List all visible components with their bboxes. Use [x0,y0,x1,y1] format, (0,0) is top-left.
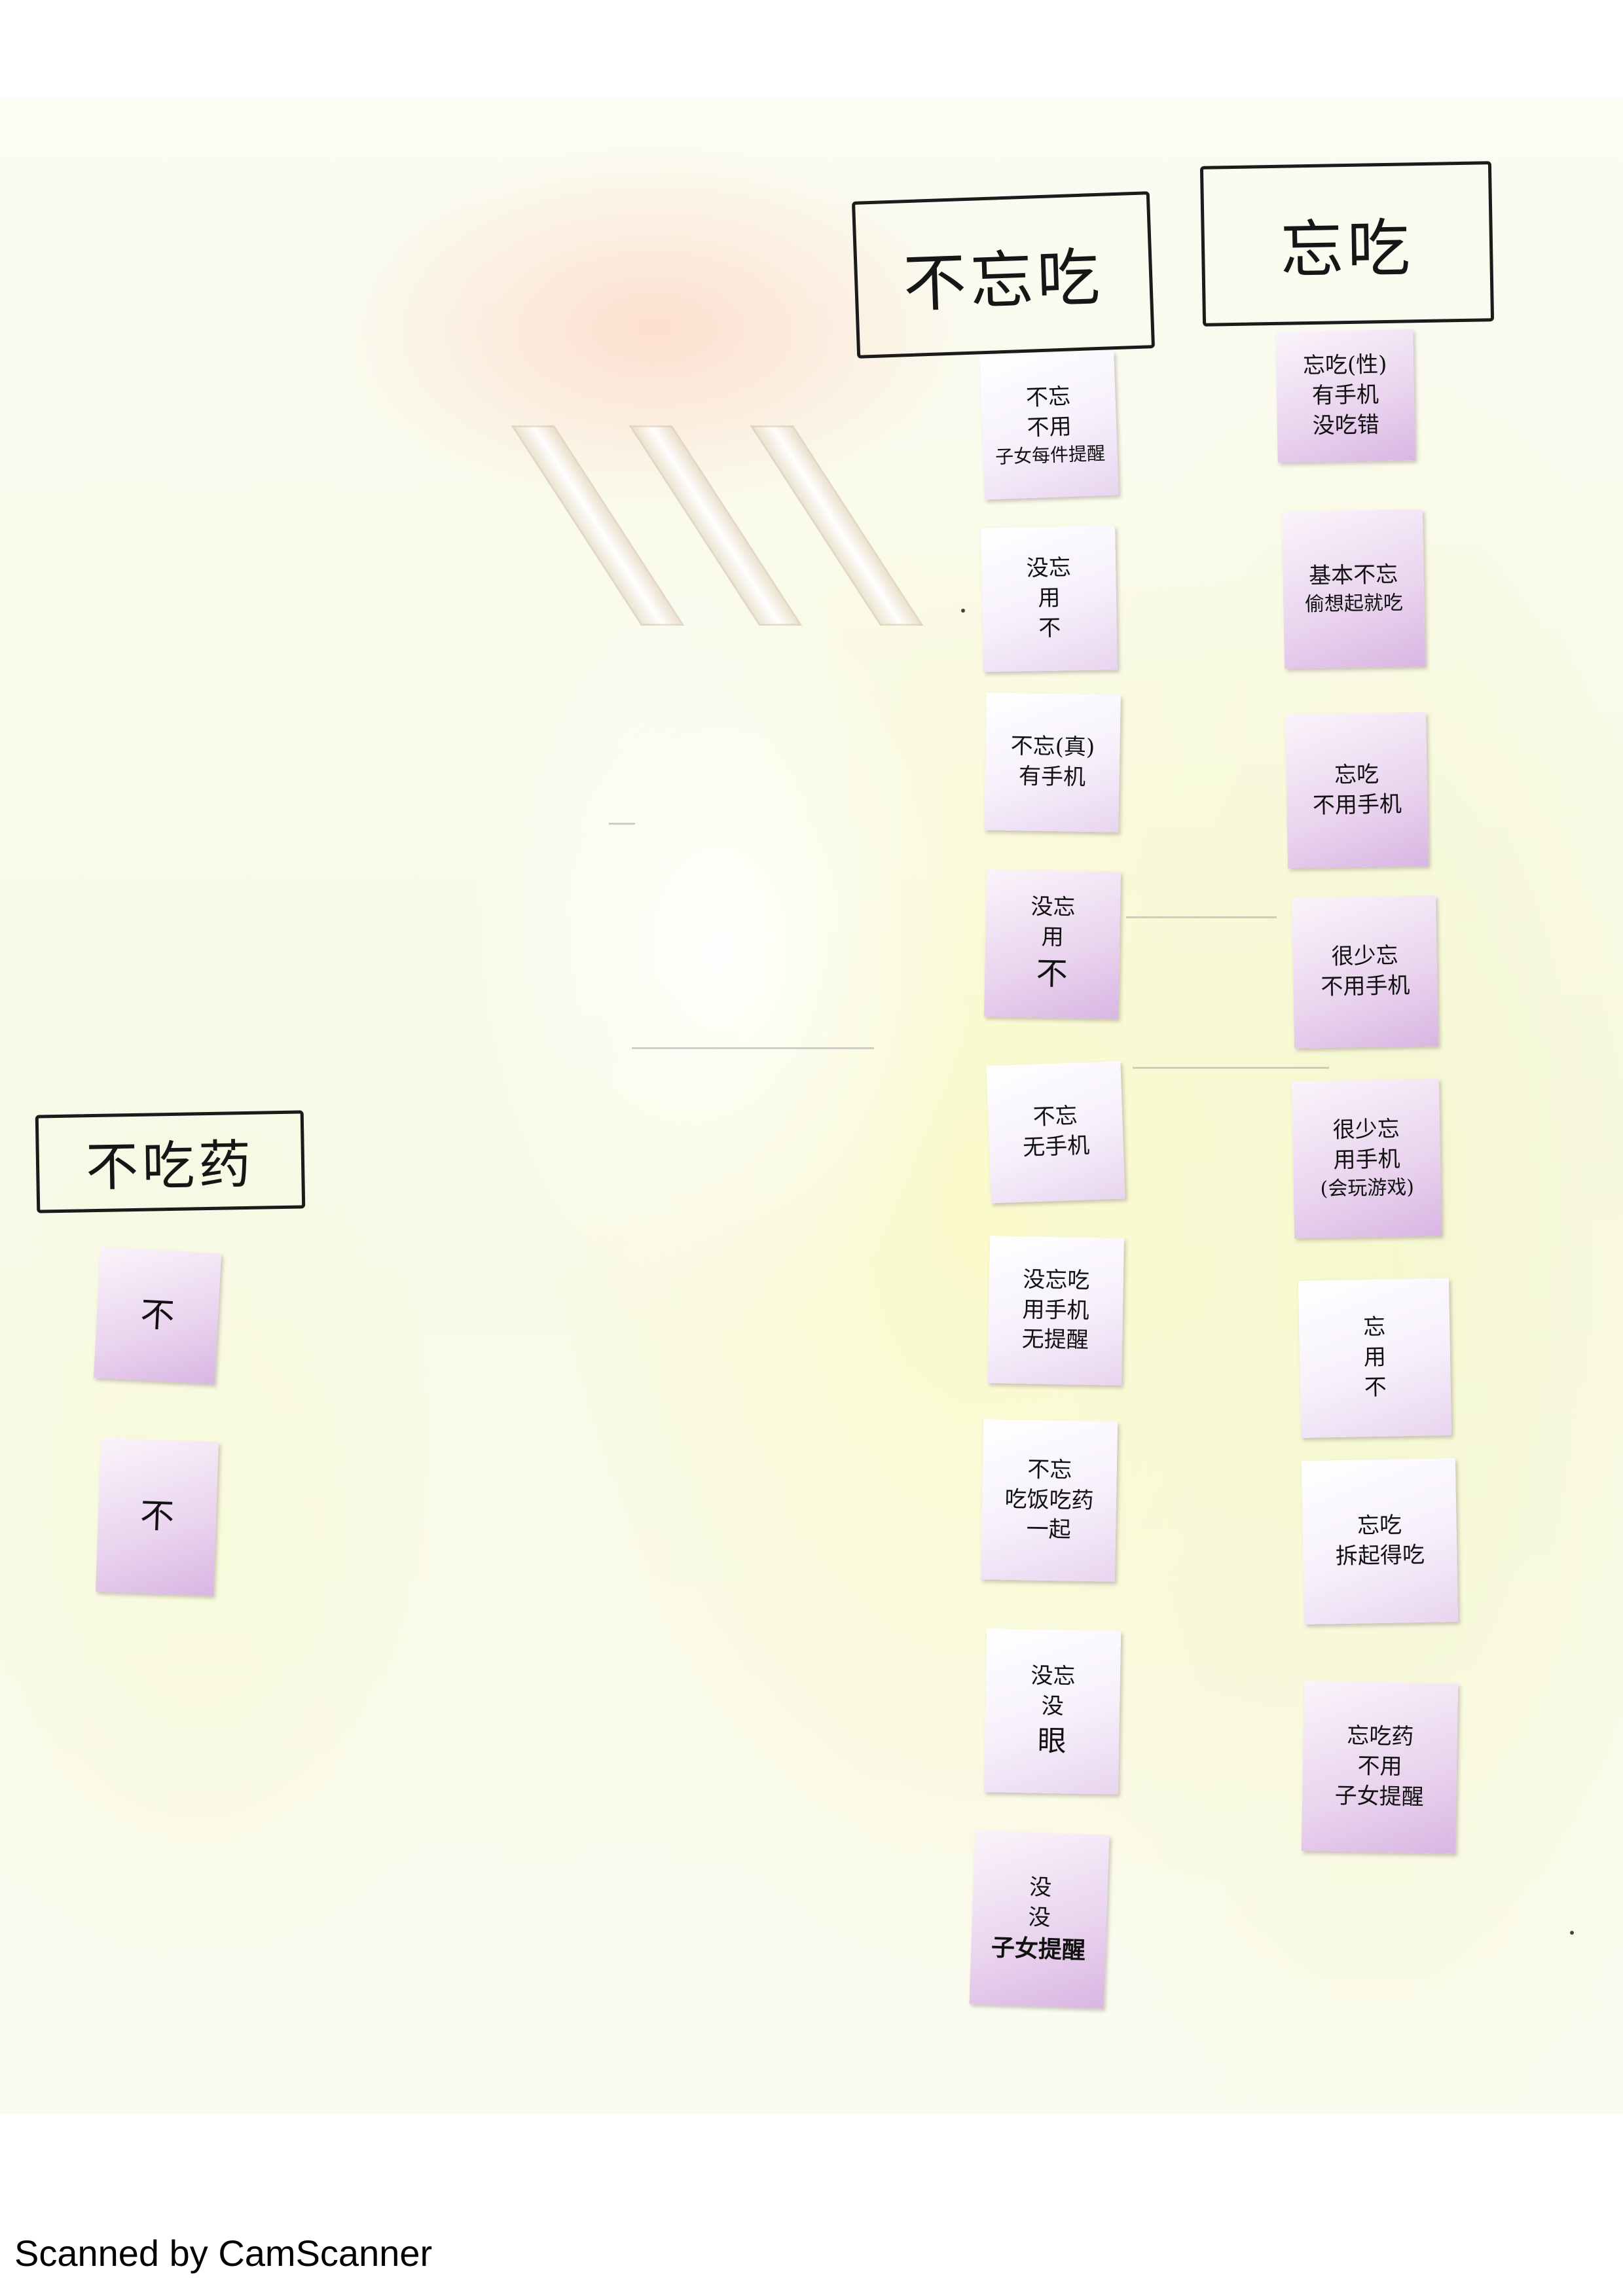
sticky-note: 没忘 用 不 [981,526,1118,672]
note-line: 忘吃 [1357,1512,1402,1539]
note-line: 不忘 [1027,1456,1072,1484]
note-line: 没 [1029,1874,1052,1901]
note-line: 用手机 [1333,1145,1400,1174]
note-line: 不忘 [1025,384,1071,412]
scanner-watermark: Scanned by CamScanner [14,2233,433,2274]
sticky-note: 不忘 吃饭吃药 一起 [980,1419,1118,1582]
reflection-line [632,1047,874,1049]
note-line: 没忘吃 [1022,1266,1090,1294]
sticky-note: 没 没 子女提醒 [969,1830,1110,2009]
note-line: 无手机 [1022,1132,1090,1161]
note-line: (会玩游戏) [1320,1175,1415,1200]
note-line: 不 [1038,615,1061,642]
note-line: 不用手机 [1312,791,1402,819]
note-line: 忘吃 [1334,761,1379,789]
note-line: 用 [1363,1344,1387,1371]
note-line: 不用 [1026,413,1072,442]
sticky-note: 很少忘 不用手机 [1292,895,1438,1049]
note-line: 很少忘 [1332,1115,1400,1143]
reflection-line [609,823,635,825]
reflection-line [1133,1067,1329,1069]
header-forget: 忘吃 [1199,161,1495,327]
note-line: 无提醒 [1021,1326,1089,1354]
note-line: 不忘 [1032,1102,1078,1131]
sticky-note: 不忘 不用 子女每件提醒 [979,351,1119,500]
reflection-line [1126,916,1277,918]
note-line: 不 [139,1295,176,1336]
light-glare [458,556,982,1342]
note-line: 子女每件提醒 [994,442,1106,468]
note-line: 不忘(真) [1010,732,1095,761]
header-no-take-text: 不吃药 [85,1134,255,1198]
note-line: 忘吃(性) [1302,351,1387,380]
sticky-note: 忘吃药 不用 子女提醒 [1301,1680,1459,1854]
note-line: 不用 [1357,1753,1402,1780]
note-line: 不 [1036,955,1068,993]
note-line: 吃饭吃药 [1004,1486,1094,1514]
sticky-note: 不 [95,1437,219,1596]
note-line: 有手机 [1311,382,1379,409]
note-line: 不 [1364,1374,1387,1401]
sticky-note: 忘吃 不用手机 [1285,712,1429,869]
note-line: 拆起得吃 [1335,1541,1425,1570]
sticky-note: 忘吃(性) 有手机 没吃错 [1275,329,1415,463]
note-line: 一起 [1026,1516,1072,1544]
note-line: 没忘 [1030,893,1076,921]
sticky-note: 很少忘 用手机 (会玩游戏) [1291,1079,1442,1238]
marker-dot [961,609,965,613]
note-line: 没 [1027,1904,1051,1931]
note-line: 没忘 [1026,554,1072,582]
sticky-note: 没忘吃 用手机 无提醒 [987,1236,1124,1386]
note-line: 有手机 [1018,763,1086,791]
sticky-note: 没忘 没 眼 [983,1628,1122,1795]
note-line: 忘 [1362,1314,1386,1341]
note-line: 子女提醒 [1334,1782,1425,1811]
note-line: 眼 [1037,1724,1067,1759]
sticky-note: 没忘 用 不 [984,869,1121,1019]
note-line: 没 [1041,1693,1064,1720]
sticky-note: 不忘 无手机 [986,1061,1125,1204]
note-line: 没吃错 [1312,412,1380,439]
note-line: 用 [1038,584,1061,612]
note-line: 没忘 [1030,1662,1076,1691]
note-line: 不 [139,1496,175,1537]
sticky-note: 忘 用 不 [1298,1278,1452,1438]
sticky-note: 忘吃 拆起得吃 [1301,1458,1459,1625]
note-line: 基本不忘 [1308,561,1398,589]
header-no-take: 不吃药 [35,1110,306,1213]
sticky-note: 不忘(真) 有手机 [984,692,1121,833]
note-line: 用 [1041,924,1065,951]
marker-dot [1570,1931,1574,1935]
header-forget-text: 忘吃 [1279,211,1415,287]
note-line: 子女提醒 [991,1933,1086,1965]
sticky-note: 基本不忘 偷想起就吃 [1281,509,1426,669]
note-line: 很少忘 [1331,942,1398,970]
note-line: 忘吃药 [1346,1723,1414,1751]
note-line: 用手机 [1022,1296,1089,1324]
header-no-forget-text: 不忘吃 [902,240,1105,321]
sticky-note: 不 [93,1247,222,1384]
note-line: 不用手机 [1321,972,1410,1001]
note-line: 偷想起就吃 [1304,591,1404,616]
header-no-forget: 不忘吃 [851,191,1156,359]
